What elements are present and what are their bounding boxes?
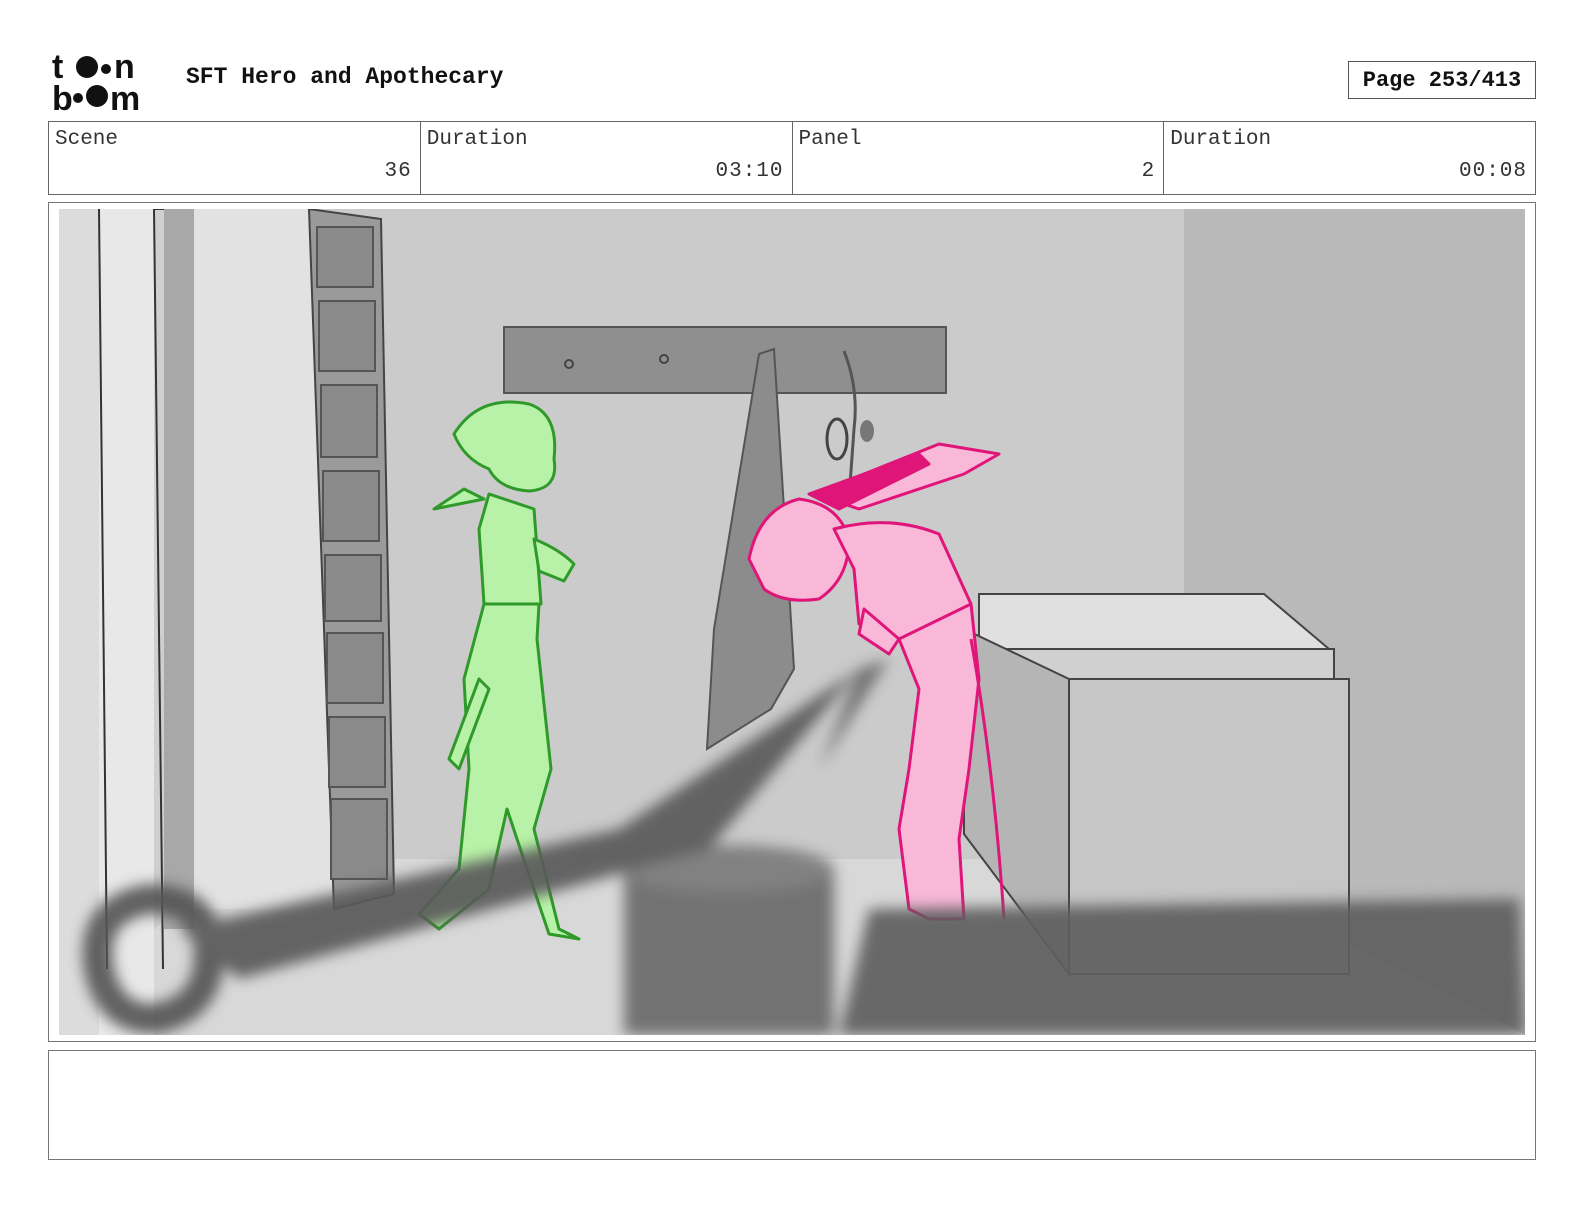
info-table: Scene 36 Duration 03:10 Panel 2 Duration…	[48, 121, 1536, 195]
scene-cell: Scene 36	[49, 122, 421, 194]
scene-value: 36	[384, 160, 412, 183]
panel-drawing	[59, 209, 1525, 1035]
svg-text:b: b	[52, 80, 73, 114]
scene-duration-label: Duration	[426, 128, 528, 151]
scene-duration-value: 03:10	[715, 160, 784, 183]
panel-label: Panel	[798, 128, 862, 151]
svg-text:m: m	[110, 80, 140, 114]
panel-duration-value: 00:08	[1458, 160, 1527, 183]
panel-value: 2	[1141, 160, 1156, 183]
toon-boom-logo: t n b m	[52, 48, 164, 118]
scene-label: Scene	[55, 128, 119, 151]
panel-cell: Panel 2	[793, 122, 1165, 194]
panel-duration-cell: Duration 00:08	[1164, 122, 1535, 194]
storyboard-panel	[48, 202, 1536, 1042]
panel-duration-label: Duration	[1170, 128, 1272, 151]
notes-box	[48, 1050, 1536, 1160]
page-indicator: Page 253/413	[1348, 61, 1536, 99]
scene-duration-cell: Duration 03:10	[421, 122, 793, 194]
document-title: SFT Hero and Apothecary	[186, 64, 504, 90]
